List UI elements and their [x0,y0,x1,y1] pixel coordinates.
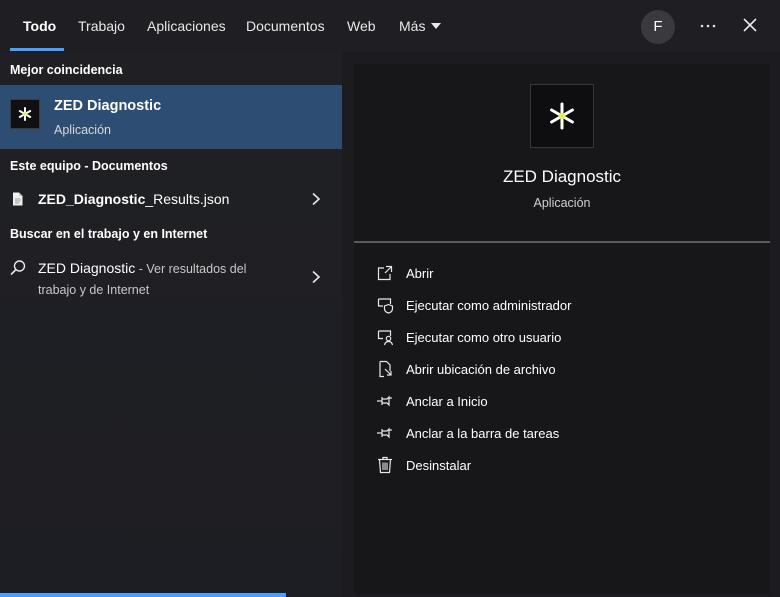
action-label: Anclar a Inicio [406,394,488,409]
action-pin-to-taskbar[interactable]: Anclar a la barra de tareas [374,420,754,446]
action-label: Ejecutar como otro usuario [406,330,562,345]
tab-trabajo[interactable]: Trabajo [78,18,125,34]
action-run-as-other-user[interactable]: Ejecutar como otro usuario [374,324,754,350]
action-label: Ejecutar como administrador [406,298,572,313]
app-detail-card: ZED Diagnostic Aplicación Abrir Ejecutar… [354,64,770,594]
tab-aplicaciones[interactable]: Aplicaciones [147,18,226,34]
action-pin-to-start[interactable]: Anclar a Inicio [374,388,754,414]
trash-icon [378,456,392,474]
best-match-heading: Mejor coincidencia [10,63,123,77]
action-label: Desinstalar [406,458,472,473]
document-result[interactable]: ZED_Diagnostic_Results.json [0,186,342,214]
tab-mas[interactable]: Más [399,18,442,34]
preview-pane: ZED Diagnostic Aplicación Abrir Ejecutar… [342,52,780,597]
chevron-right-icon[interactable] [310,192,322,206]
web-result-line1: ZED Diagnostic - Ver resultados del [38,260,246,276]
web-result-query: ZED Diagnostic [38,260,136,276]
file-icon [13,192,23,206]
search-tabs-bar: Todo Trabajo Aplicaciones Documentos Web… [0,0,780,52]
more-options-button[interactable] [693,14,723,38]
results-panel: Mejor coincidencia ZED Diagnostic Aplica… [0,52,342,597]
tab-web[interactable]: Web [347,18,376,34]
zed-diagnostic-app-icon [10,99,40,129]
action-run-as-admin[interactable]: Ejecutar como administrador [374,292,754,318]
active-tab-indicator [10,48,64,51]
best-match-result[interactable]: ZED Diagnostic Aplicación [0,85,342,149]
tab-mas-label: Más [399,18,426,34]
action-open-file-location[interactable]: Abrir ubicación de archivo [374,356,754,382]
account-avatar[interactable]: F [641,10,675,44]
action-label: Abrir ubicación de archivo [406,362,556,377]
zed-diagnostic-large-icon [530,84,594,148]
chevron-right-icon[interactable] [310,270,322,284]
web-search-result[interactable]: ZED Diagnostic - Ver resultados del trab… [0,254,342,300]
pin-icon [377,427,392,439]
web-search-heading: Buscar en el trabajo y en Internet [10,227,208,241]
user-switch-icon [377,330,394,346]
action-uninstall[interactable]: Desinstalar [374,452,754,478]
bottom-accent-bar [0,593,286,597]
best-match-name: ZED Diagnostic [54,98,162,114]
more-horizontal-icon [700,24,716,28]
tab-documentos[interactable]: Documentos [246,18,325,34]
document-name-match: ZED_Diagnostic [38,191,146,207]
action-abrir[interactable]: Abrir [374,260,754,286]
shield-admin-icon [377,298,394,314]
best-match-type: Aplicación [54,123,111,137]
divider [354,241,770,243]
open-icon [377,265,393,281]
web-result-suffix: - Ver resultados del [135,262,247,276]
document-name-rest: _Results.json [145,191,230,207]
file-location-icon [379,360,392,378]
caret-down-icon [431,23,442,29]
documents-heading: Este equipo - Documentos [10,159,168,173]
tab-todo[interactable]: Todo [23,18,56,34]
action-label: Abrir [406,266,434,281]
web-result-line2: trabajo y de Internet [38,283,150,297]
action-label: Anclar a la barra de tareas [406,426,560,441]
detail-app-type: Aplicación [533,196,591,210]
close-button[interactable] [738,13,762,37]
search-icon [10,260,26,276]
pin-icon [377,395,392,407]
document-result-label: ZED_Diagnostic_Results.json [38,191,229,207]
close-icon [743,18,757,32]
detail-app-name: ZED Diagnostic [502,167,622,186]
